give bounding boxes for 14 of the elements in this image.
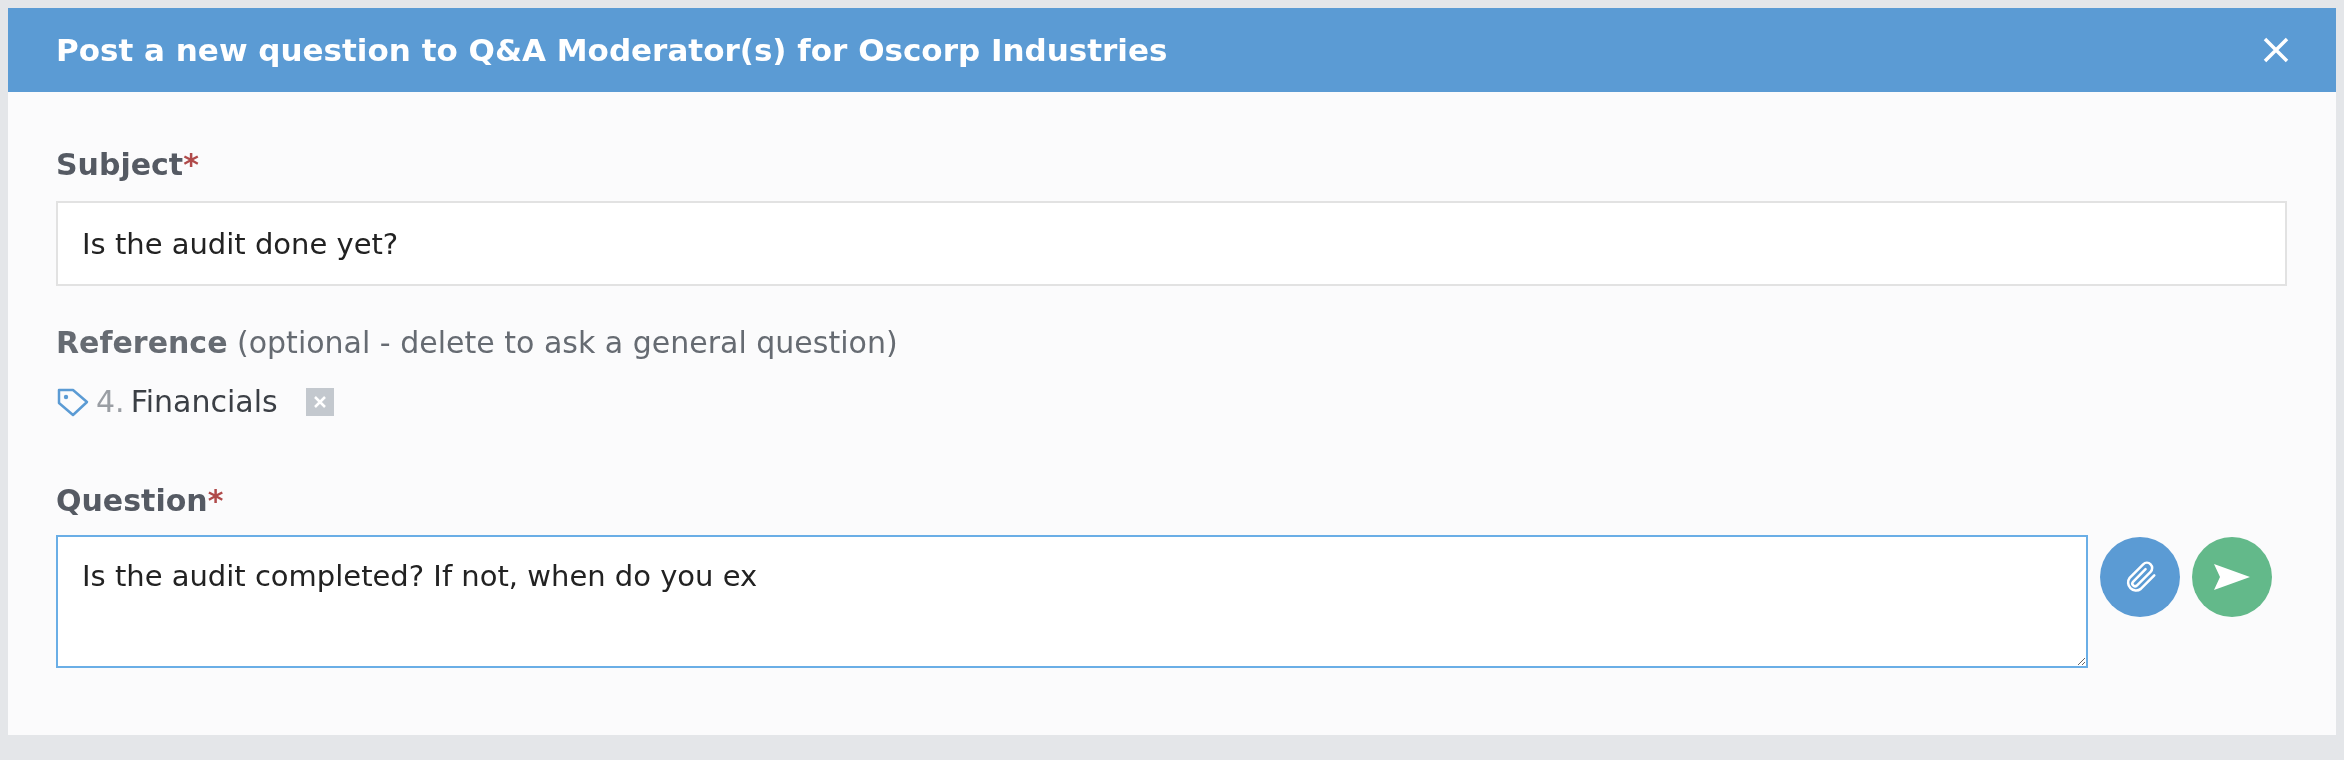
close-icon <box>312 394 327 409</box>
field-label: Question <box>56 482 208 520</box>
reference-number: 4. <box>96 383 125 421</box>
question-field[interactable]: Is the audit completed? If not, when do you ex <box>56 535 2088 668</box>
send-icon <box>2212 562 2252 592</box>
remove-reference-button[interactable] <box>305 387 334 416</box>
close-icon <box>2262 36 2290 64</box>
field-label: Subject <box>56 146 184 184</box>
required-mark: * <box>183 146 199 184</box>
reference-name: Financials <box>130 383 278 421</box>
dialog-title: Post a new question to Q&A Moderator(s) for Oscorp Industries <box>56 30 1168 70</box>
subject-field[interactable]: Is the audit done yet? <box>56 201 2287 286</box>
required-mark: * <box>207 482 224 520</box>
reference-label: Reference (optional - delete to ask a general question) <box>56 325 898 360</box>
